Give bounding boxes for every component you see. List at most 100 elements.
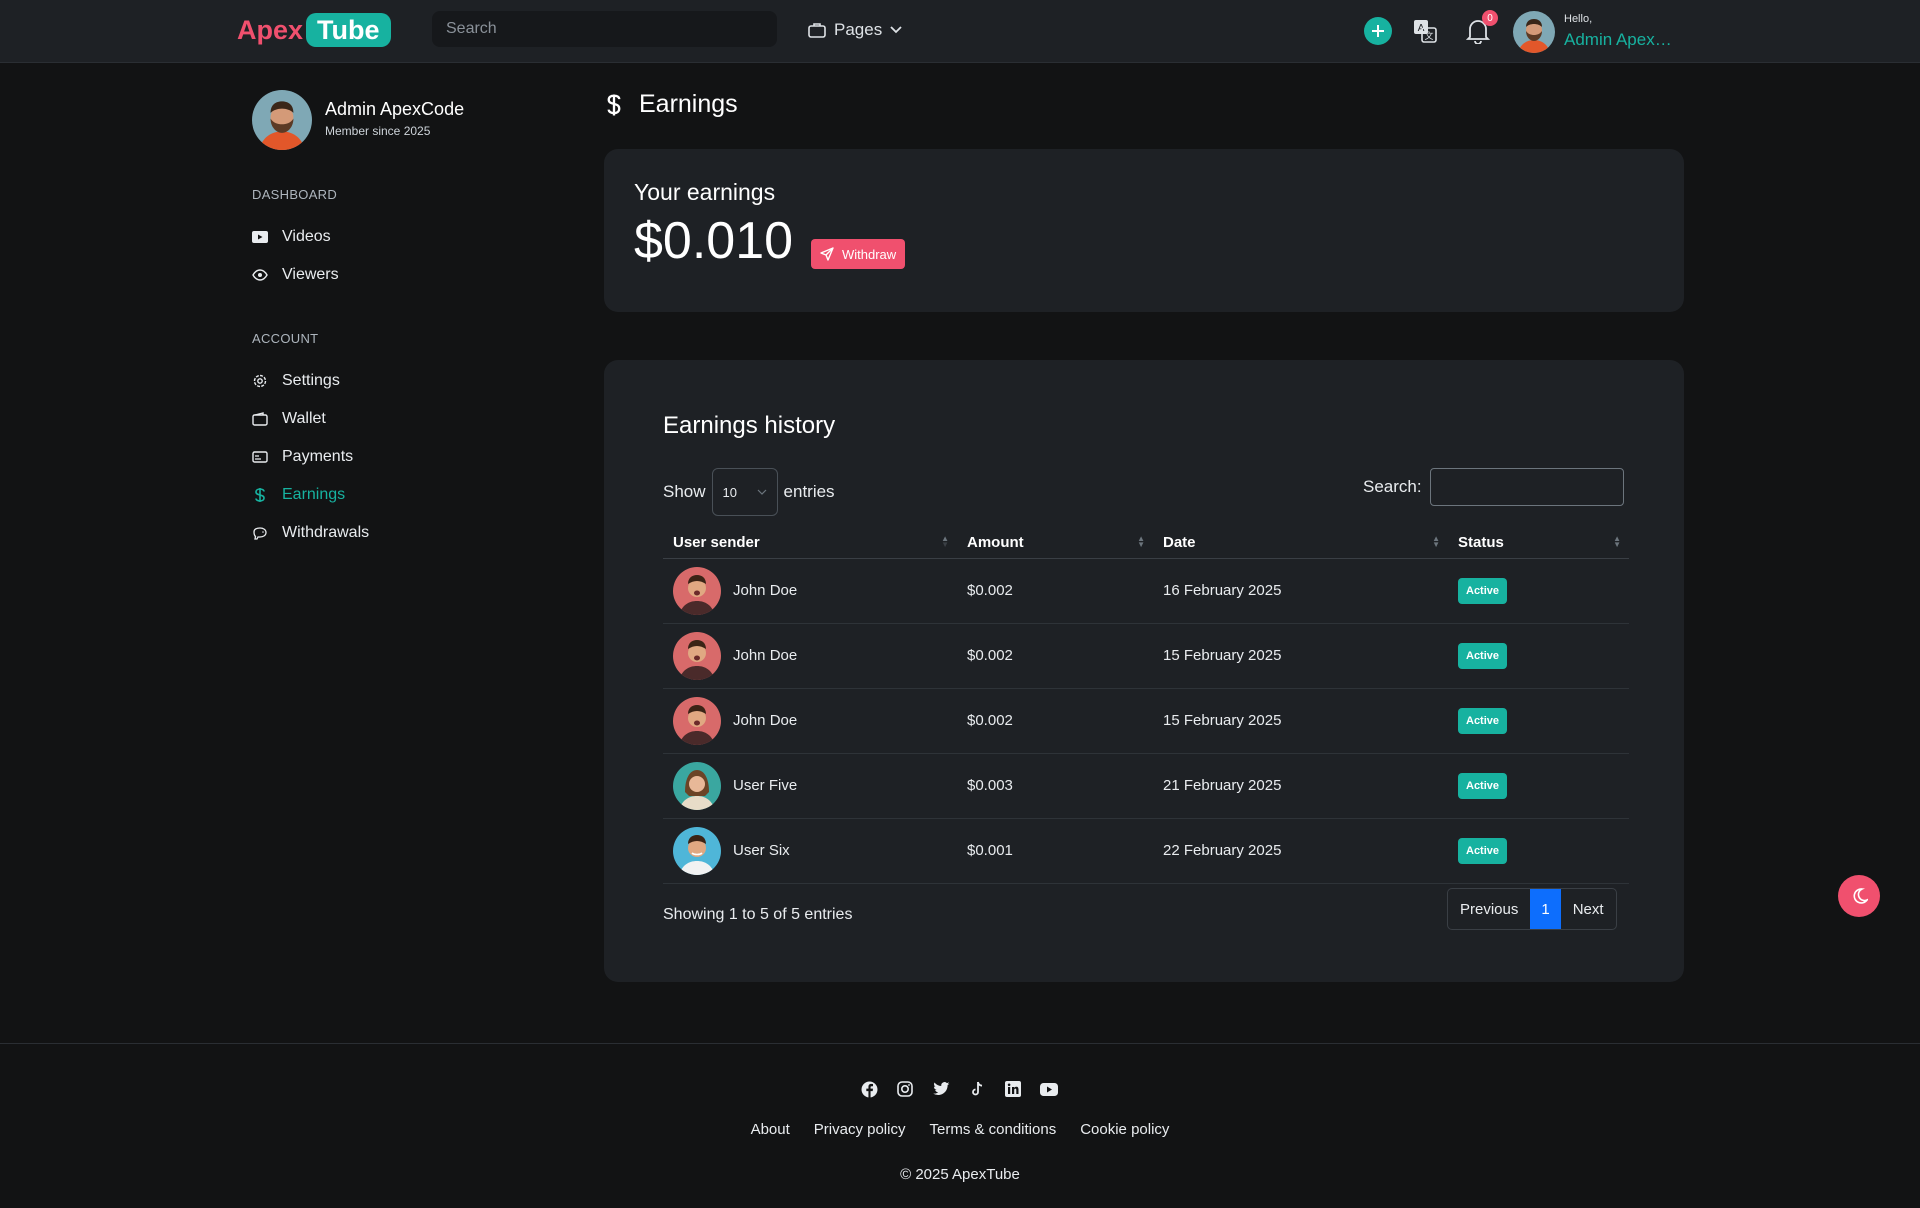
next-page-button[interactable]: Next	[1561, 889, 1616, 929]
sidebar-item-payments[interactable]: Payments	[252, 448, 353, 466]
search-placeholder: Search	[446, 20, 497, 37]
tiktok-icon[interactable]	[968, 1080, 986, 1098]
chevron-down-icon	[890, 26, 902, 34]
sidebar-item-label: Viewers	[282, 266, 339, 283]
pages-label: Pages	[834, 20, 883, 39]
chevron-down-icon	[757, 489, 767, 495]
table-row: John Doe $0.002 15 February 2025 Active	[663, 688, 1629, 754]
briefcase-icon	[808, 22, 826, 38]
search-input[interactable]: Search	[432, 11, 777, 47]
footer-link-about[interactable]: About	[751, 1121, 790, 1138]
eye-icon	[252, 267, 268, 283]
logo[interactable]: Apex Tube	[237, 13, 391, 47]
search-label: Search:	[1363, 477, 1422, 496]
sidebar-item-wallet[interactable]: Wallet	[252, 410, 326, 428]
sidebar-item-earnings[interactable]: Earnings	[252, 486, 345, 504]
withdraw-label: Withdraw	[842, 246, 897, 262]
instagram-icon[interactable]	[896, 1080, 914, 1098]
sort-icon: ▲ ▼	[1613, 534, 1621, 549]
your-earnings-label: Your earnings	[634, 179, 776, 205]
top-navbar: Apex Tube Search Pages A文 0 Hello, Admin…	[0, 0, 1920, 63]
video-icon	[252, 229, 268, 245]
linkedin-icon[interactable]	[1004, 1080, 1022, 1098]
user-avatar	[673, 696, 721, 745]
table-search-input[interactable]	[1429, 468, 1624, 506]
status-badge: Active	[1458, 577, 1508, 604]
footer-link-terms[interactable]: Terms & conditions	[929, 1121, 1056, 1138]
show-label: Show	[663, 482, 706, 501]
send-icon	[820, 247, 834, 261]
user-name: User Five	[733, 777, 798, 794]
profile-name: Admin ApexCode	[325, 99, 465, 119]
logo-tube-text: Tube	[306, 13, 391, 47]
status-badge: Active	[1458, 707, 1508, 734]
sidebar-item-label: Earnings	[282, 486, 346, 503]
copyright: © 2025 ApexTube	[900, 1166, 1020, 1183]
previous-page-button[interactable]: Previous	[1448, 889, 1530, 929]
table-header-row: User sender ▲ ▼ Amount ▲ ▼ Date ▲ ▼ Status ▲ ▼	[663, 528, 1629, 559]
date-cell: 16 February 2025	[1153, 558, 1448, 624]
notification-count-badge: 0	[1482, 10, 1498, 26]
column-amount[interactable]: Amount ▲ ▼	[957, 528, 1153, 559]
sort-icon: ▲ ▼	[1432, 534, 1440, 549]
sidebar-item-settings[interactable]: Settings	[252, 372, 340, 390]
table-row: John Doe $0.002 15 February 2025 Active	[663, 623, 1629, 689]
gear-icon	[252, 373, 268, 389]
footer-divider	[0, 1043, 1920, 1044]
user-name: John Doe	[733, 712, 798, 729]
dark-mode-toggle[interactable]	[1838, 875, 1880, 917]
table-row: User Six $0.001 22 February 2025 Active	[663, 818, 1629, 884]
sort-asc-icon: ▲ ▼	[941, 534, 949, 549]
table-row: John Doe $0.002 16 February 2025 Active	[663, 558, 1629, 624]
twitter-icon[interactable]	[932, 1080, 950, 1098]
header-user-name[interactable]: Admin ApexCode	[1564, 30, 1679, 50]
user-name: John Doe	[733, 582, 798, 599]
svg-text:文: 文	[1424, 30, 1433, 42]
withdraw-button[interactable]: Withdraw	[811, 239, 906, 269]
sidebar-item-label: Videos	[282, 228, 331, 245]
user-avatar	[673, 631, 721, 680]
piggy-bank-icon	[252, 525, 268, 541]
sidebar-item-videos[interactable]: Videos	[252, 228, 331, 246]
profile-avatar	[252, 90, 312, 150]
sidebar-item-withdrawals[interactable]: Withdrawals	[252, 524, 369, 542]
plus-icon	[1371, 24, 1385, 38]
column-date[interactable]: Date ▲ ▼	[1153, 528, 1448, 559]
section-account: ACCOUNT	[252, 331, 319, 346]
amount-cell: $0.002	[957, 558, 1153, 624]
page-length-select[interactable]: 10	[711, 468, 778, 516]
logo-apex-text: Apex	[237, 14, 304, 45]
earnings-history-card: Earnings history Show 10 entries Search:…	[604, 360, 1684, 982]
footer-link-cookie[interactable]: Cookie policy	[1080, 1121, 1169, 1138]
table-search: Search:	[1363, 468, 1624, 506]
header-avatar[interactable]	[1513, 11, 1555, 53]
amount-cell: $0.002	[957, 623, 1153, 689]
page-title-text: Earnings	[639, 90, 738, 118]
user-avatar	[673, 761, 721, 810]
moon-icon	[1850, 887, 1868, 905]
sidebar-item-viewers[interactable]: Viewers	[252, 266, 339, 284]
page-1-button[interactable]: 1	[1530, 889, 1561, 929]
pages-dropdown[interactable]: Pages	[808, 20, 902, 40]
date-cell: 15 February 2025	[1153, 623, 1448, 689]
language-button[interactable]: A文	[1412, 18, 1438, 44]
entries-label: entries	[783, 482, 835, 501]
earnings-amount: $0.010	[634, 212, 794, 270]
column-user-sender[interactable]: User sender ▲ ▼	[663, 528, 957, 559]
social-links	[860, 1080, 1058, 1098]
sidebar-item-label: Wallet	[282, 410, 326, 427]
date-cell: 21 February 2025	[1153, 753, 1448, 819]
member-since: Member since 2025	[325, 124, 431, 138]
add-button[interactable]	[1364, 17, 1392, 45]
user-name: John Doe	[733, 647, 798, 664]
page-length-value: 10	[722, 484, 737, 500]
earnings-summary-card: Your earnings $0.010 Withdraw	[604, 149, 1684, 312]
column-status[interactable]: Status ▲ ▼	[1448, 528, 1629, 559]
facebook-icon[interactable]	[860, 1080, 878, 1098]
user-avatar	[673, 826, 721, 875]
footer-link-privacy[interactable]: Privacy policy	[814, 1121, 906, 1138]
hello-label: Hello,	[1564, 13, 1593, 25]
status-badge: Active	[1458, 837, 1508, 864]
history-title: Earnings history	[663, 412, 836, 439]
youtube-icon[interactable]	[1040, 1080, 1058, 1098]
